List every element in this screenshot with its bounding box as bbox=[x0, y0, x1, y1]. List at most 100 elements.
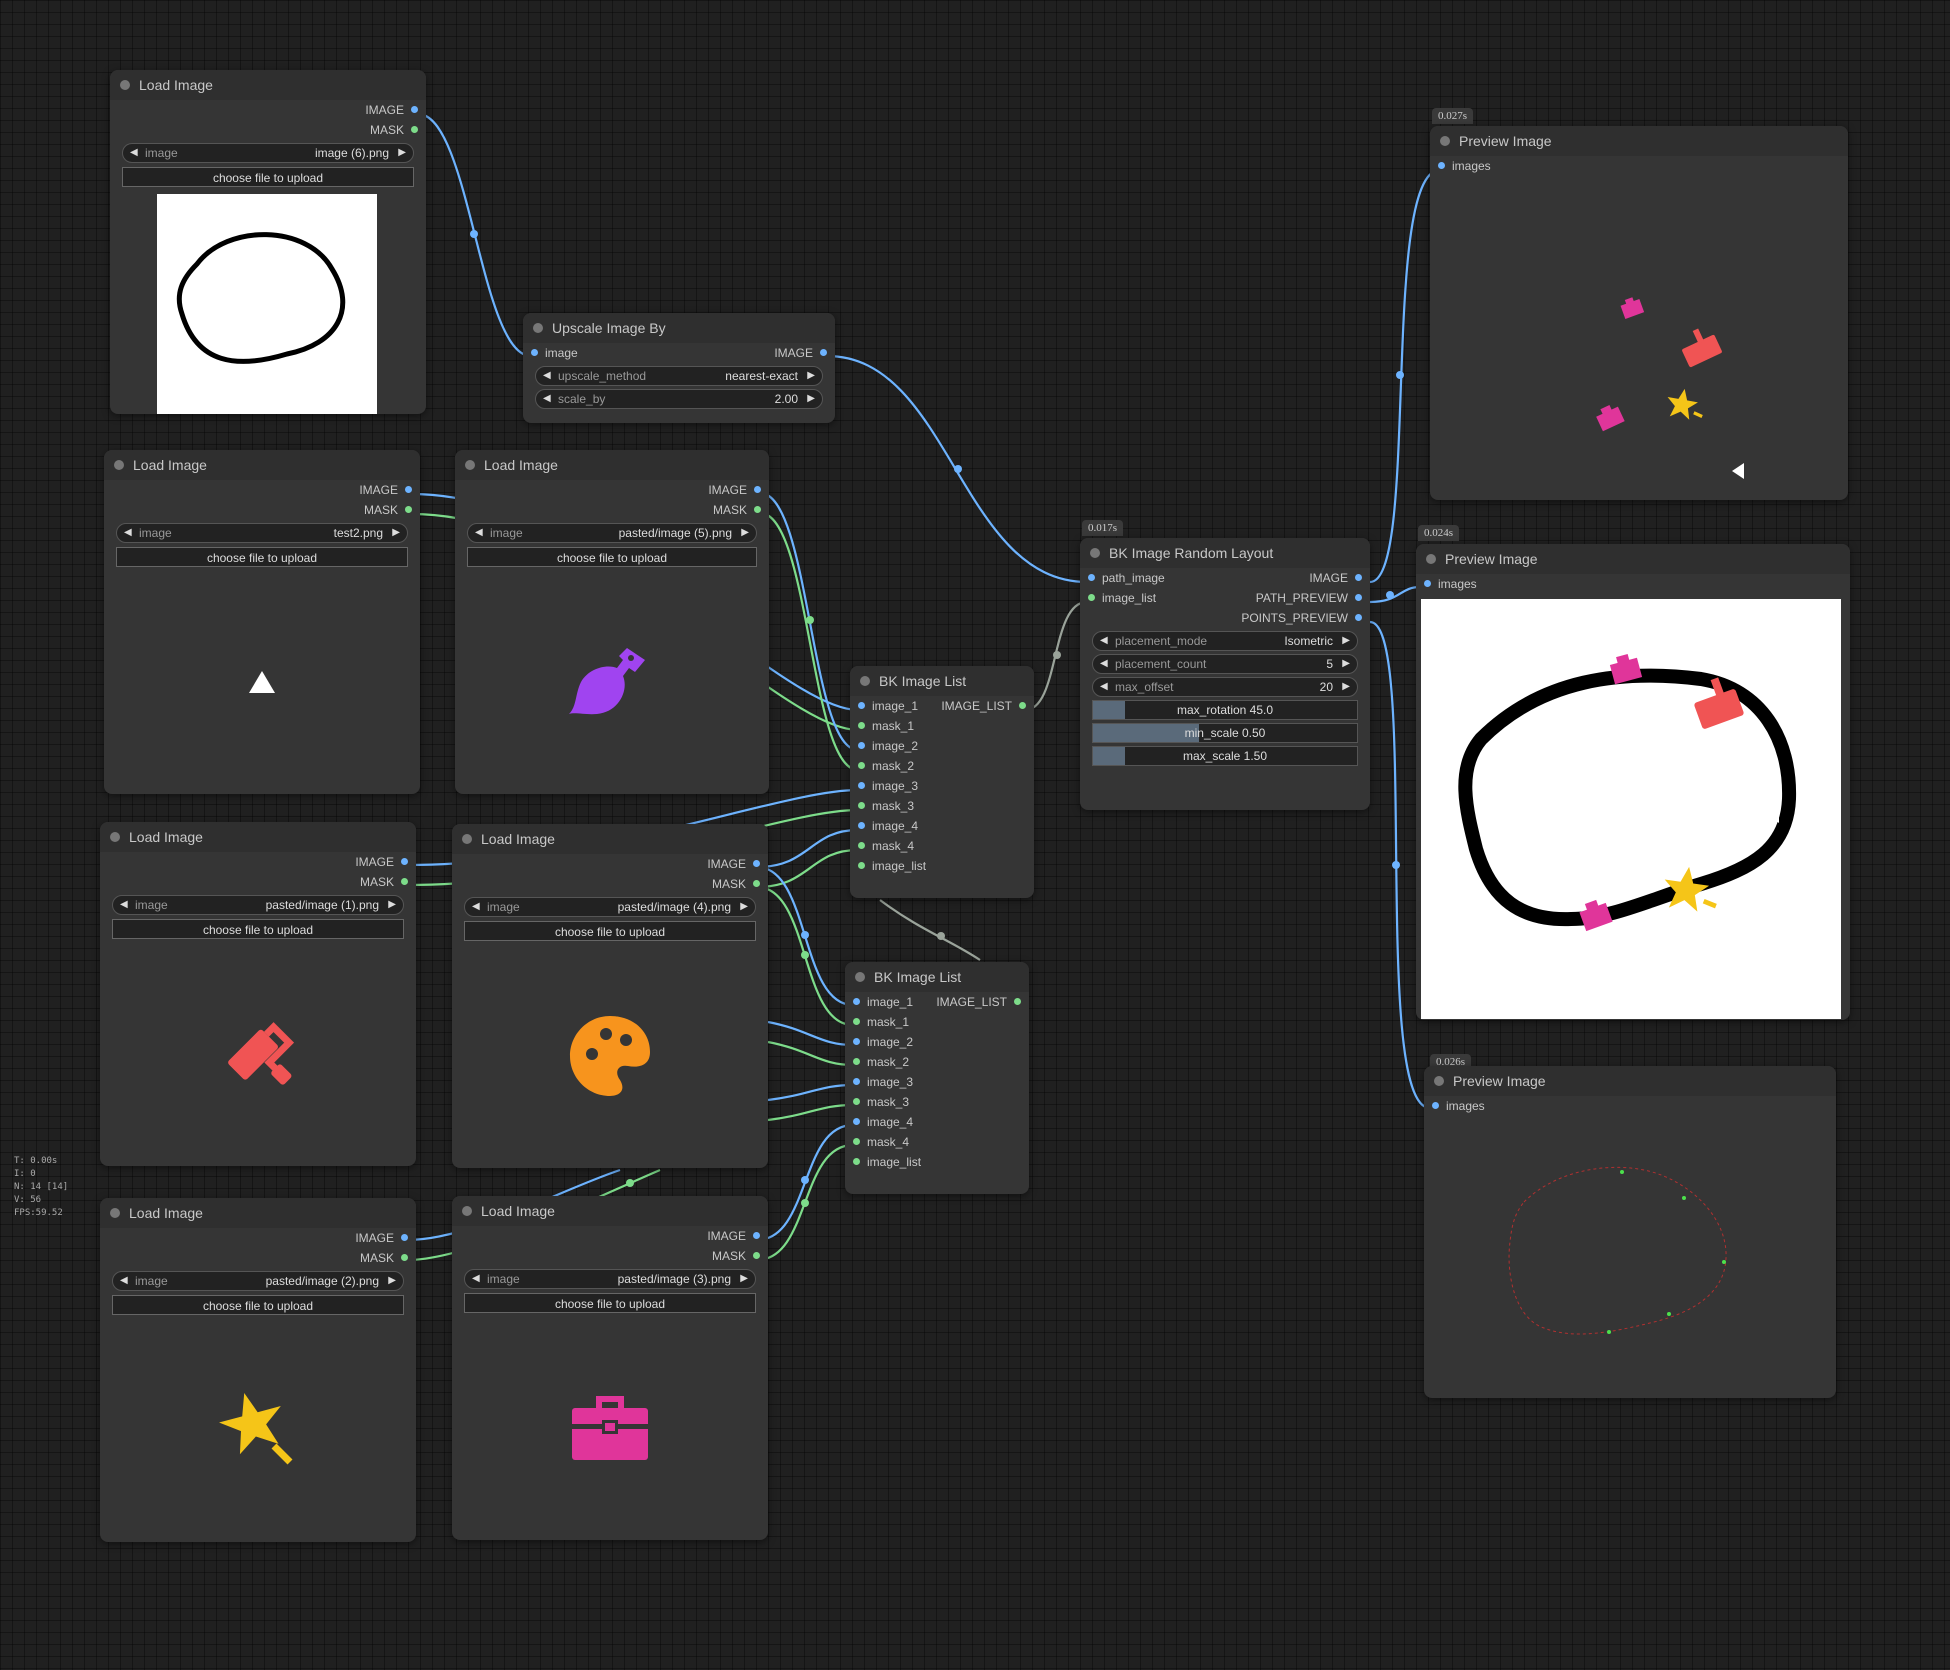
collapse-dot-icon[interactable] bbox=[462, 1206, 472, 1216]
collapse-dot-icon[interactable] bbox=[462, 834, 472, 844]
output-image-slot[interactable] bbox=[820, 349, 827, 356]
input-image-3-slot[interactable] bbox=[853, 1078, 860, 1085]
output-path-preview-slot[interactable] bbox=[1355, 594, 1362, 601]
preview-image-node[interactable]: Preview Image images bbox=[1430, 126, 1848, 500]
input-mask-2-slot[interactable] bbox=[858, 762, 865, 769]
input-image-1-slot[interactable] bbox=[853, 998, 860, 1005]
load-image-node[interactable]: Load Image IMAGE MASK ◀ image pasted/image… bbox=[452, 824, 768, 1168]
bk-image-random-layout-node[interactable]: BK Image Random Layout path_image IMAGE i… bbox=[1080, 538, 1370, 810]
arrow-left-icon[interactable]: ◀ bbox=[120, 1275, 128, 1286]
input-images-slot[interactable] bbox=[1432, 1102, 1439, 1109]
arrow-left-icon[interactable]: ◀ bbox=[1100, 658, 1108, 669]
output-image-slot[interactable] bbox=[753, 1232, 760, 1239]
arrow-left-icon[interactable]: ◀ bbox=[543, 393, 551, 404]
load-image-node[interactable]: Load Image IMAGE MASK ◀ image image (6).pn… bbox=[110, 70, 426, 414]
input-slot-row[interactable]: mask_1 bbox=[850, 716, 1034, 736]
image-select-widget[interactable]: ◀ image image (6).png ▶ bbox=[122, 143, 414, 163]
input-images-slot[interactable] bbox=[1438, 162, 1445, 169]
image-select-widget[interactable]: ◀ image pasted/image (4).png ▶ bbox=[464, 897, 756, 917]
input-slot-row[interactable]: image_4 bbox=[845, 1112, 1029, 1132]
input-image-slot[interactable] bbox=[531, 349, 538, 356]
output-mask-slot[interactable] bbox=[753, 1252, 760, 1259]
max-scale-slider[interactable]: max_scale 1.50 bbox=[1092, 746, 1358, 766]
arrow-left-icon[interactable]: ◀ bbox=[472, 901, 480, 912]
input-slot-row[interactable]: image_4 bbox=[850, 816, 1034, 836]
image-select-widget[interactable]: ◀ image pasted/image (3).png ▶ bbox=[464, 1269, 756, 1289]
input-mask-2-slot[interactable] bbox=[853, 1058, 860, 1065]
arrow-left-icon[interactable]: ◀ bbox=[472, 1273, 480, 1284]
output-image-slot[interactable] bbox=[753, 860, 760, 867]
arrow-left-icon[interactable]: ◀ bbox=[130, 147, 138, 158]
upload-button[interactable]: choose file to upload bbox=[122, 167, 414, 187]
collapse-dot-icon[interactable] bbox=[1440, 136, 1450, 146]
collapse-dot-icon[interactable] bbox=[860, 676, 870, 686]
input-image-list-slot[interactable] bbox=[853, 1158, 860, 1165]
upload-button[interactable]: choose file to upload bbox=[464, 1293, 756, 1313]
output-image-list-slot[interactable] bbox=[1014, 998, 1021, 1005]
load-image-node[interactable]: Load Image IMAGE MASK ◀ image pasted/image… bbox=[455, 450, 769, 794]
load-image-node[interactable]: Load Image IMAGE MASK ◀ image pasted/image… bbox=[452, 1196, 768, 1540]
load-image-node[interactable]: Load Image IMAGE MASK ◀ image test2.png ▶ c… bbox=[104, 450, 420, 794]
input-slot-row[interactable]: image_3 bbox=[845, 1072, 1029, 1092]
max-rotation-slider[interactable]: max_rotation 45.0 bbox=[1092, 700, 1358, 720]
input-slot-row[interactable]: image_2 bbox=[845, 1032, 1029, 1052]
input-slot-row[interactable]: image_list bbox=[845, 1152, 1029, 1172]
collapse-dot-icon[interactable] bbox=[1426, 554, 1436, 564]
collapse-dot-icon[interactable] bbox=[465, 460, 475, 470]
image-select-widget[interactable]: ◀ image pasted/image (1).png ▶ bbox=[112, 895, 404, 915]
input-slot-row[interactable]: mask_4 bbox=[850, 836, 1034, 856]
output-mask-slot[interactable] bbox=[753, 880, 760, 887]
output-points-preview-slot[interactable] bbox=[1355, 614, 1362, 621]
input-slot-row[interactable]: mask_3 bbox=[845, 1092, 1029, 1112]
input-slot-row[interactable]: mask_2 bbox=[850, 756, 1034, 776]
input-slot-row[interactable]: mask_1 bbox=[845, 1012, 1029, 1032]
input-mask-4-slot[interactable] bbox=[853, 1138, 860, 1145]
image-select-widget[interactable]: ◀ image pasted/image (5).png ▶ bbox=[467, 523, 757, 543]
input-slot-row[interactable]: mask_3 bbox=[850, 796, 1034, 816]
input-image-2-slot[interactable] bbox=[858, 742, 865, 749]
bk-image-list-node[interactable]: BK Image List image_1 IMAGE_LIST mask_1 ima… bbox=[850, 666, 1034, 898]
upload-button[interactable]: choose file to upload bbox=[467, 547, 757, 567]
load-image-node[interactable]: Load Image IMAGE MASK ◀ image pasted/image… bbox=[100, 1198, 416, 1542]
upscale-method-widget[interactable]: ◀ upscale_method nearest-exact ▶ bbox=[535, 366, 823, 386]
arrow-left-icon[interactable]: ◀ bbox=[1100, 635, 1108, 646]
input-slot-row[interactable]: image_1 IMAGE_LIST bbox=[845, 992, 1029, 1012]
collapse-dot-icon[interactable] bbox=[1434, 1076, 1444, 1086]
input-mask-3-slot[interactable] bbox=[858, 802, 865, 809]
scale-by-widget[interactable]: ◀ scale_by 2.00 ▶ bbox=[535, 389, 823, 409]
arrow-left-icon[interactable]: ◀ bbox=[543, 370, 551, 381]
input-image-list-slot[interactable] bbox=[1088, 594, 1095, 601]
input-slot-row[interactable]: image_3 bbox=[850, 776, 1034, 796]
input-path-image-slot[interactable] bbox=[1088, 574, 1095, 581]
input-images-slot[interactable] bbox=[1424, 580, 1431, 587]
arrow-right-icon[interactable]: ▶ bbox=[740, 901, 748, 912]
arrow-left-icon[interactable]: ◀ bbox=[124, 527, 132, 538]
upload-button[interactable]: choose file to upload bbox=[464, 921, 756, 941]
arrow-left-icon[interactable]: ◀ bbox=[475, 527, 483, 538]
input-image-list-slot[interactable] bbox=[858, 862, 865, 869]
max-offset-widget[interactable]: ◀ max_offset 20 ▶ bbox=[1092, 677, 1358, 697]
arrow-right-icon[interactable]: ▶ bbox=[1342, 635, 1350, 646]
collapse-dot-icon[interactable] bbox=[110, 1208, 120, 1218]
arrow-right-icon[interactable]: ▶ bbox=[392, 527, 400, 538]
input-image-2-slot[interactable] bbox=[853, 1038, 860, 1045]
image-select-widget[interactable]: ◀ image pasted/image (2).png ▶ bbox=[112, 1271, 404, 1291]
output-mask-slot[interactable] bbox=[401, 878, 408, 885]
input-slot-row[interactable]: mask_4 bbox=[845, 1132, 1029, 1152]
arrow-right-icon[interactable]: ▶ bbox=[740, 1273, 748, 1284]
output-image-slot[interactable] bbox=[401, 1234, 408, 1241]
input-image-4-slot[interactable] bbox=[858, 822, 865, 829]
input-mask-3-slot[interactable] bbox=[853, 1098, 860, 1105]
preview-image-node[interactable]: Preview Image images bbox=[1416, 544, 1850, 1020]
input-slot-row[interactable]: image_2 bbox=[850, 736, 1034, 756]
input-image-1-slot[interactable] bbox=[858, 702, 865, 709]
upload-button[interactable]: choose file to upload bbox=[112, 919, 404, 939]
arrow-right-icon[interactable]: ▶ bbox=[741, 527, 749, 538]
upload-button[interactable]: choose file to upload bbox=[112, 1295, 404, 1315]
placement-mode-widget[interactable]: ◀ placement_mode Isometric ▶ bbox=[1092, 631, 1358, 651]
placement-count-widget[interactable]: ◀ placement_count 5 ▶ bbox=[1092, 654, 1358, 674]
output-mask-slot[interactable] bbox=[405, 506, 412, 513]
output-mask-slot[interactable] bbox=[401, 1254, 408, 1261]
arrow-left-icon[interactable]: ◀ bbox=[1100, 681, 1108, 692]
output-image-list-slot[interactable] bbox=[1019, 702, 1026, 709]
